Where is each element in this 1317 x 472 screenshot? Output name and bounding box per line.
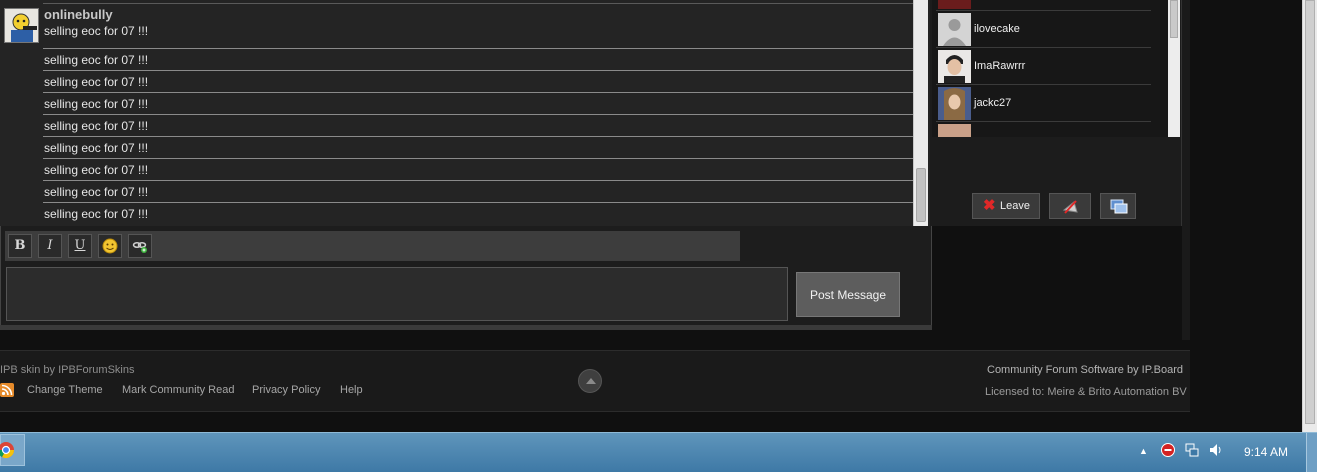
- chat-message: selling eoc for 07 !!!: [43, 92, 913, 114]
- divider: [0, 325, 932, 330]
- avatar[interactable]: [4, 8, 39, 43]
- avatar: [938, 87, 971, 120]
- taskbar-clock[interactable]: 9:14 AM: [1244, 445, 1288, 459]
- arrow-up-icon: [586, 378, 596, 384]
- privacy-policy-link[interactable]: Privacy Policy: [252, 384, 320, 396]
- tray-network-button[interactable]: [1184, 442, 1200, 461]
- list-item[interactable]: [936, 122, 1151, 137]
- link-add-icon: [132, 242, 147, 253]
- list-item[interactable]: jackc27: [936, 85, 1151, 122]
- user-name: ilovecake: [974, 23, 1020, 35]
- help-link[interactable]: Help: [340, 384, 363, 396]
- mark-community-read-link[interactable]: Mark Community Read: [122, 384, 234, 396]
- page-gutter: [1182, 0, 1190, 340]
- leave-label: Leave: [1000, 200, 1030, 212]
- user-photo-icon: [938, 50, 971, 83]
- underline-button[interactable]: U: [68, 234, 92, 258]
- taskbar-chrome-button[interactable]: [0, 434, 25, 466]
- chat-scrollbar[interactable]: [913, 0, 928, 226]
- avatar: [938, 13, 971, 46]
- show-desktop-button[interactable]: [1306, 433, 1317, 472]
- chat-message: selling eoc for 07 !!!: [43, 158, 913, 180]
- change-theme-link[interactable]: Change Theme: [27, 384, 103, 396]
- windows-icon: [1110, 199, 1128, 214]
- network-icon: [1185, 443, 1199, 457]
- chat-message: selling eoc for 07 !!!: [43, 180, 913, 202]
- chat-panel: onlinebully selling eoc for 07 !!! selli…: [0, 0, 930, 228]
- close-icon: ✖: [983, 197, 996, 214]
- user-photo-icon: [938, 87, 971, 120]
- speaker-icon: [1210, 444, 1221, 456]
- scrollbar-thumb[interactable]: [1170, 0, 1178, 38]
- divider: [43, 3, 913, 4]
- chat-message: selling eoc for 07 !!!: [43, 114, 913, 136]
- chat-message: selling eoc for 07 !!!: [43, 136, 913, 158]
- user-list-scrollbar[interactable]: [1168, 0, 1180, 137]
- chat-message: selling eoc for 07 !!!: [44, 24, 149, 38]
- user-name: jackc27: [974, 97, 1012, 109]
- chat-message: selling eoc for 07 !!!: [43, 70, 913, 92]
- tray-app-button[interactable]: [1160, 442, 1176, 461]
- avatar: [938, 124, 971, 137]
- taskbar: [0, 432, 1317, 472]
- security-shield-icon: [1161, 443, 1175, 457]
- insert-link-button[interactable]: [128, 234, 152, 258]
- default-user-icon: [938, 13, 971, 46]
- bold-button[interactable]: B: [8, 234, 32, 258]
- list-item[interactable]: [936, 0, 1151, 11]
- chat-messages: onlinebully selling eoc for 07 !!! selli…: [0, 0, 913, 226]
- page-scrollbar[interactable]: [1302, 0, 1317, 432]
- avatar: [938, 0, 971, 9]
- megaphone-mute-icon: [1062, 200, 1078, 214]
- popout-window-button[interactable]: [1100, 193, 1136, 219]
- tray-volume-button[interactable]: [1208, 442, 1224, 461]
- post-message-button[interactable]: Post Message: [796, 272, 900, 317]
- leave-button[interactable]: ✖ Leave: [972, 193, 1040, 219]
- license-text: Licensed to: Meire & Brito Automation BV: [985, 386, 1187, 398]
- mute-sound-button[interactable]: [1049, 193, 1091, 219]
- scrollbar-thumb[interactable]: [916, 168, 926, 222]
- show-hidden-icons-arrow-icon[interactable]: ▲: [1139, 446, 1148, 456]
- software-credit[interactable]: Community Forum Software by IP.Board: [987, 364, 1183, 376]
- poster-name[interactable]: onlinebully: [44, 7, 113, 22]
- scrollbar-thumb[interactable]: [1305, 0, 1315, 424]
- chrome-icon: [0, 442, 15, 459]
- chat-message: selling eoc for 07 !!!: [43, 48, 913, 70]
- rss-icon[interactable]: [0, 383, 14, 397]
- user-name: ImaRawrrr: [974, 60, 1026, 72]
- message-input[interactable]: [6, 267, 788, 321]
- rss-glyph-icon: [1, 384, 13, 396]
- italic-button[interactable]: I: [38, 234, 62, 258]
- emoticon-button[interactable]: [98, 234, 122, 258]
- list-item[interactable]: ImaRawrrr: [936, 48, 1151, 85]
- chat-message: selling eoc for 07 !!!: [43, 202, 913, 224]
- skin-credit: IPB skin by IPBForumSkins: [0, 364, 135, 376]
- list-item[interactable]: ilovecake: [936, 11, 1151, 48]
- browser-page: onlinebully selling eoc for 07 !!! selli…: [0, 0, 1317, 472]
- avatar: [938, 50, 971, 83]
- avatar-cartoon-icon: [5, 9, 38, 42]
- smiley-icon: [102, 238, 118, 254]
- back-to-top-button[interactable]: [578, 369, 602, 393]
